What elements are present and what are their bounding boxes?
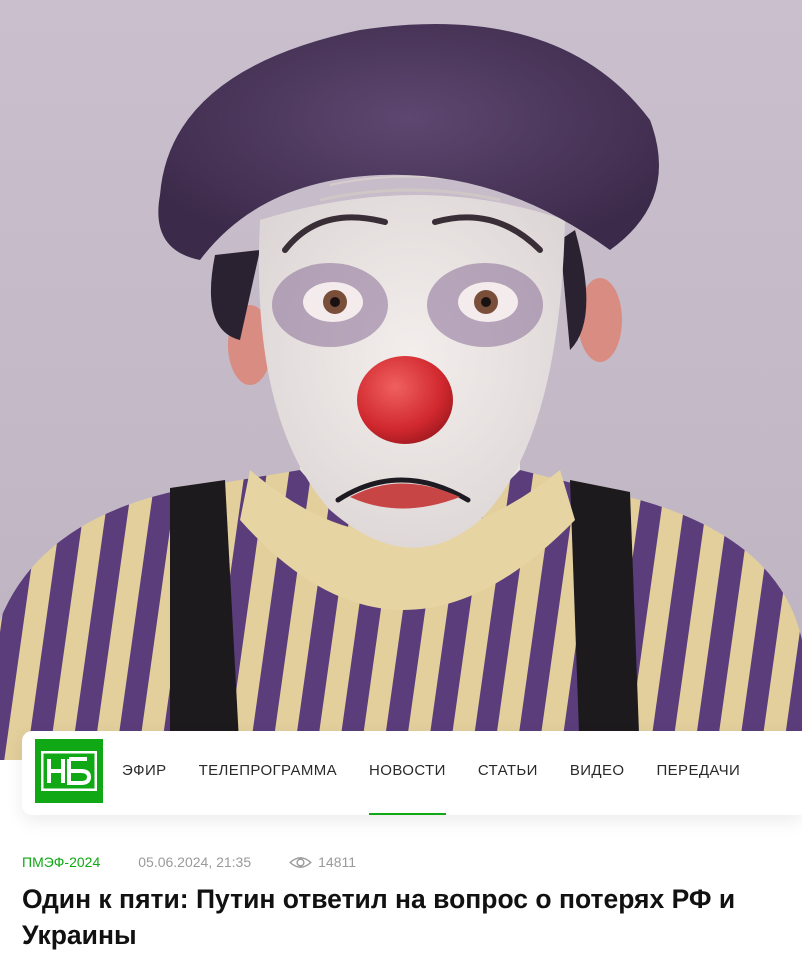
nav-item-efir[interactable]: ЭФИР — [122, 731, 167, 815]
nav-item-peredachi[interactable]: ПЕРЕДАЧИ — [656, 731, 740, 815]
top-navigation: ЭФИР ТЕЛЕПРОГРАММА НОВОСТИ СТАТЬИ ВИДЕО … — [22, 731, 802, 815]
nav-item-teleprogramma[interactable]: ТЕЛЕПРОГРАММА — [199, 731, 337, 815]
views-count: 14811 — [318, 854, 357, 870]
article-headline: Один к пяти: Путин ответил на вопрос о п… — [22, 884, 736, 950]
eye-icon — [289, 856, 312, 868]
nav-item-stati[interactable]: СТАТЬИ — [478, 731, 538, 815]
nav-menu: ЭФИР ТЕЛЕПРОГРАММА НОВОСТИ СТАТЬИ ВИДЕО … — [106, 731, 756, 815]
sad-clown-photo — [0, 24, 802, 760]
hero-image — [0, 0, 802, 760]
article-meta: ПМЭФ-2024 05.06.2024, 21:35 14811 — [22, 851, 356, 873]
article-tag-link[interactable]: ПМЭФ-2024 — [22, 854, 100, 870]
nav-item-novosti[interactable]: НОВОСТИ — [369, 731, 446, 815]
ntv-logo[interactable] — [35, 739, 103, 803]
ntv-logo-icon — [41, 751, 97, 791]
nav-item-video[interactable]: ВИДЕО — [570, 731, 625, 815]
article-date: 05.06.2024, 21:35 — [138, 854, 252, 870]
article-views: 14811 — [289, 854, 356, 870]
